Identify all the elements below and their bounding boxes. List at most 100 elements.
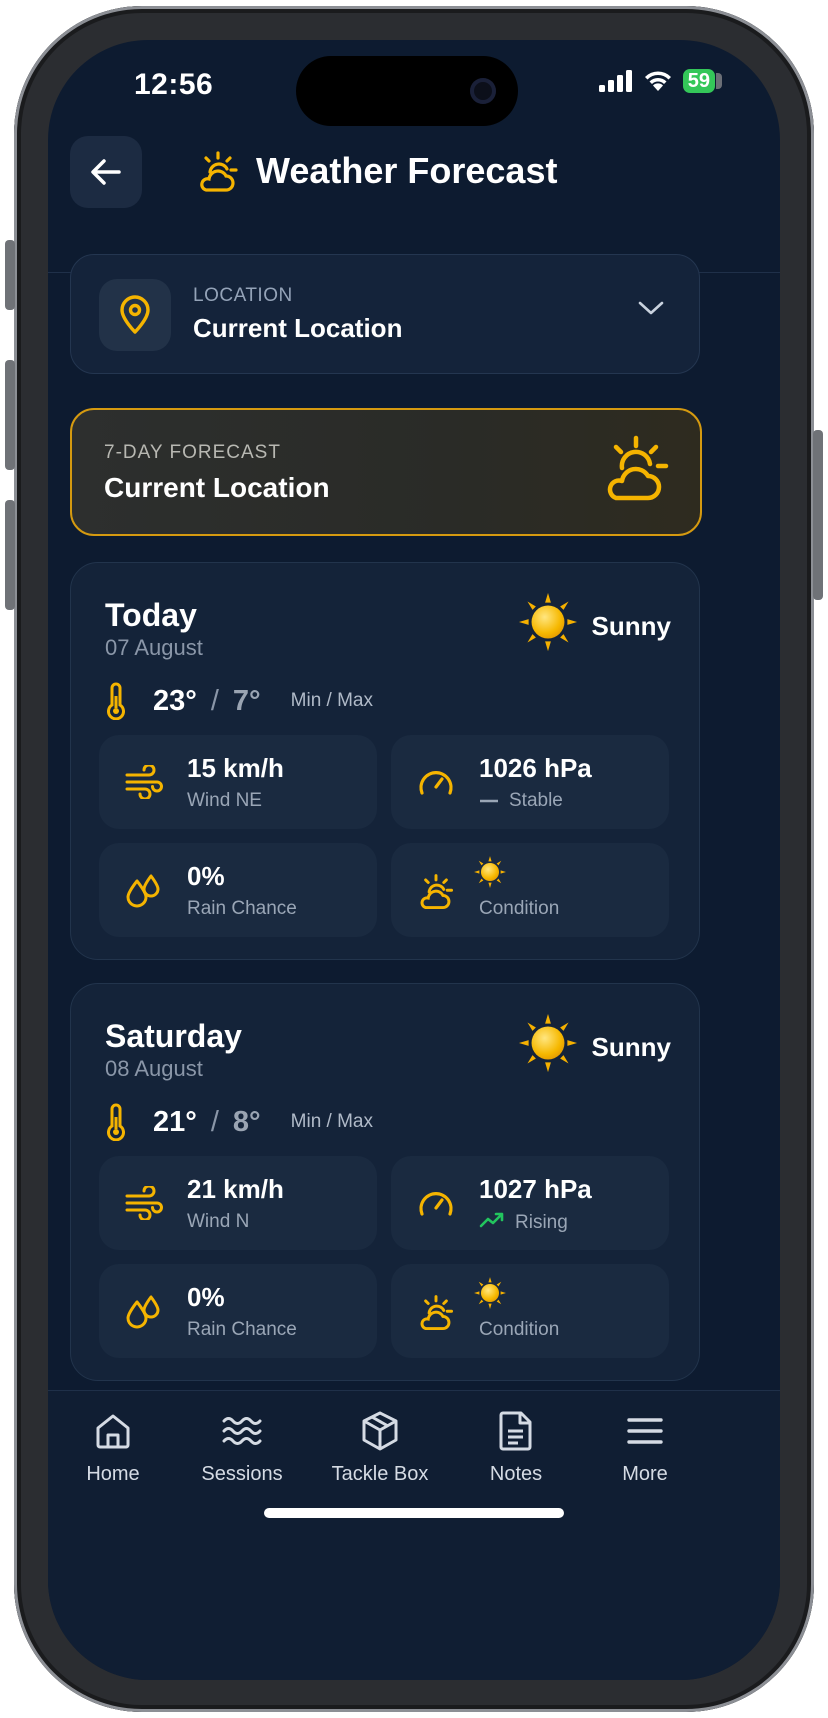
signal-icon [598, 70, 632, 92]
page-header: Weather Forecast [48, 136, 780, 273]
status-time: 12:56 [134, 68, 214, 101]
pressure-value: 1026 hPa [479, 753, 592, 783]
day-date: 07 August [105, 635, 203, 660]
nav-home-label: Home [86, 1463, 140, 1485]
battery-tip [716, 73, 722, 89]
wind-icon [125, 765, 163, 799]
notes-icon [499, 1411, 532, 1451]
sun-icon [518, 592, 578, 652]
box-icon [362, 1411, 398, 1451]
nav-sessions[interactable]: Sessions [177, 1409, 307, 1486]
nav-sessions-label: Sessions [201, 1463, 283, 1485]
condition-sun [473, 855, 507, 894]
condition-label: Condition [479, 898, 560, 919]
nav-tackle-box-label: Tackle Box [331, 1463, 429, 1485]
pressure-trend: Rising [515, 1212, 568, 1233]
back-button[interactable] [70, 136, 142, 208]
temp-label: Min / Max [290, 690, 374, 711]
sun-icon [474, 856, 506, 888]
wind-direction: Wind NE [187, 790, 262, 811]
location-label: LOCATION [193, 285, 293, 306]
day-forecast-card[interactable]: Today 07 August Sunny 23° / 7° Min / Max… [70, 562, 700, 960]
pressure-tile: 1027 hPa Rising [391, 1156, 669, 1250]
arrow-left-icon [91, 159, 121, 185]
battery-level: 59 [682, 69, 715, 93]
battery-indicator: 59 [682, 68, 722, 94]
wind-value: 15 km/h [187, 753, 284, 783]
forecast-banner: 7-DAY FORECAST Current Location [70, 408, 702, 536]
temp-second: 8° [232, 1105, 261, 1138]
day-name: Saturday [105, 1018, 242, 1054]
forecast-banner-location: Current Location [104, 472, 330, 503]
sunny-weather-icon [517, 1012, 579, 1079]
nav-notes-label: Notes [489, 1463, 543, 1485]
day-name: Today [105, 597, 197, 633]
phone-volume-up [5, 360, 15, 470]
bottom-navigation: Home Sessions Tackle Box Notes More [48, 1390, 780, 1680]
rain-label: Rain Chance [187, 1319, 297, 1340]
rain-value: 0% [187, 1282, 225, 1312]
trend-stable-icon [479, 790, 499, 812]
temp-first: 21° [153, 1105, 197, 1138]
pressure-trend-row: Stable [479, 790, 563, 812]
condition-tile: Condition [391, 1264, 669, 1358]
partly-sunny-icon [420, 1295, 454, 1331]
rain-tile: 0% Rain Chance [99, 843, 377, 937]
waves-icon [222, 1417, 262, 1445]
wifi-icon [644, 71, 671, 91]
condition-sun [473, 1276, 507, 1315]
partly-sunny-icon [420, 874, 454, 910]
location-pin-box [99, 279, 171, 351]
menu-icon [627, 1418, 663, 1444]
day-condition: Sunny [591, 1032, 671, 1062]
home-indicator[interactable] [264, 1508, 564, 1518]
phone-volume-down [5, 500, 15, 610]
wind-tile: 15 km/h Wind NE [99, 735, 377, 829]
pressure-value: 1027 hPa [479, 1174, 592, 1204]
raindrops-icon [126, 1295, 160, 1329]
day-date: 08 August [105, 1056, 203, 1081]
wind-value: 21 km/h [187, 1174, 284, 1204]
temp-second: 7° [232, 684, 261, 717]
nav-more-label: More [622, 1463, 668, 1485]
pressure-tile: 1026 hPa Stable [391, 735, 669, 829]
nav-tackle-box[interactable]: Tackle Box [315, 1409, 445, 1486]
day-condition: Sunny [591, 611, 671, 641]
nav-home[interactable]: Home [48, 1409, 178, 1486]
partly-sunny-icon [607, 435, 669, 501]
condition-tile: Condition [391, 843, 669, 937]
forecast-banner-label: 7-DAY FORECAST [104, 442, 281, 463]
front-camera [470, 78, 496, 104]
dynamic-island [296, 56, 518, 126]
pressure-trend-row: Rising [479, 1211, 568, 1235]
gauge-icon [419, 1192, 453, 1216]
rain-tile: 0% Rain Chance [99, 1264, 377, 1358]
pressure-trend: Stable [509, 790, 563, 811]
condition-label: Condition [479, 1319, 560, 1340]
temp-label: Min / Max [290, 1111, 374, 1132]
thermometer-icon [107, 1103, 125, 1141]
sunny-weather-icon [517, 591, 579, 658]
page-title: Weather Forecast [256, 150, 558, 191]
thermometer-icon [107, 682, 125, 720]
location-value: Current Location [193, 313, 403, 343]
raindrops-icon [126, 874, 160, 908]
wind-icon [125, 1186, 163, 1220]
sun-icon [474, 1277, 506, 1309]
app-screen: 12:56 59 Weather Forecast LOCATION Curre… [48, 40, 780, 1680]
nav-more[interactable]: More [580, 1409, 710, 1486]
temperature-row: 21° / 8° Min / Max [105, 1102, 373, 1142]
temperature-row: 23° / 7° Min / Max [105, 681, 373, 721]
trend-rising-icon [479, 1211, 505, 1235]
nav-notes[interactable]: Notes [451, 1409, 581, 1486]
status-icons: 59 [598, 68, 722, 94]
wind-direction: Wind N [187, 1211, 250, 1232]
gauge-icon [419, 771, 453, 795]
location-selector[interactable]: LOCATION Current Location [70, 254, 700, 374]
temp-separator: / [210, 684, 219, 717]
phone-action-button [5, 240, 15, 310]
chevron-down-icon[interactable] [637, 299, 665, 317]
day-forecast-card[interactable]: Saturday 08 August Sunny 21° / 8° Min / … [70, 983, 700, 1381]
rain-value: 0% [187, 861, 225, 891]
home-icon [96, 1414, 130, 1449]
